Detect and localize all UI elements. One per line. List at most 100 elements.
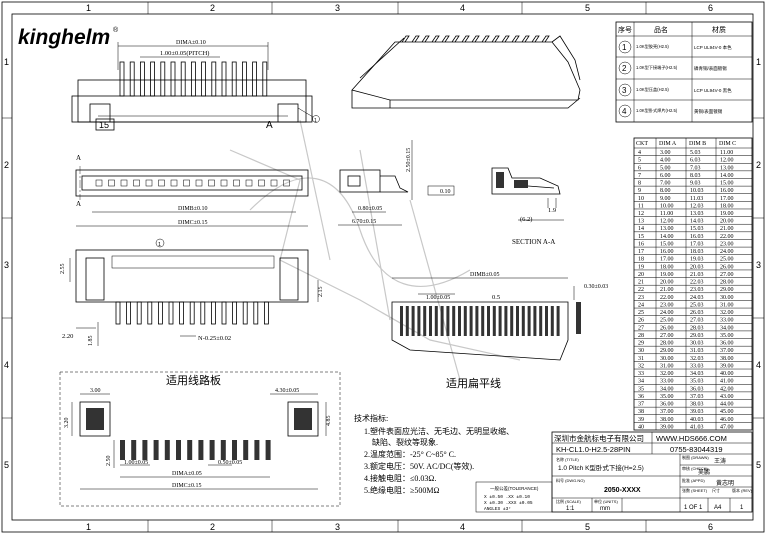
tb-company: 深圳市金航标电子有限公司 [554, 433, 644, 443]
isometric-view [351, 35, 581, 109]
tb-drawn: 王涛 [714, 457, 726, 465]
top-slot [195, 179, 203, 187]
material-material: LCP UL94V-0 本色 [694, 44, 732, 51]
dim-table-cell: 39.00 [660, 424, 674, 430]
pcb-h-pad: 2.50 [106, 456, 112, 467]
dim-table-cell: 16.03 [690, 234, 704, 240]
fpc-finger [446, 306, 450, 336]
dim-table-cell: 42.00 [720, 386, 734, 392]
pcb-dim-left: 3.00 [90, 388, 101, 394]
material-no: 2 [622, 64, 627, 73]
logo-registered: ® [113, 26, 119, 34]
pcb-pad [220, 440, 226, 460]
fpc-finger [516, 306, 519, 336]
dim-table-cell: 40 [638, 424, 644, 430]
material-no: 3 [622, 86, 627, 95]
tolerance-line-2: X ±0.30 .XXX ±0.05 [484, 500, 533, 506]
front-row-mark: A [266, 120, 273, 131]
fpc-finger [469, 306, 473, 336]
zone-row-1: 1 [4, 57, 9, 67]
section-dim-1: 1.9 [548, 207, 556, 214]
top-slot [133, 179, 140, 187]
tech-item-4: 4.接触电阻：≤0.03Ω. [364, 473, 436, 483]
material-row: 4 1.0K型卧式焊片(H2.5) 黄铜/表面镀锡 [618, 104, 723, 118]
dim-table-cell: 25.00 [660, 318, 674, 324]
dim-table-cell: 39.00 [720, 363, 734, 369]
dim-table-cell: 20.00 [660, 280, 674, 286]
material-name: 1.0K型卧式焊片(H2.5) [636, 107, 678, 114]
dim-table-cell: 11 [638, 203, 644, 209]
tb-scale-label: 比例 (SCALE) [556, 498, 582, 504]
dim-table-cell: 12.00 [660, 219, 674, 225]
materials-table: 序号 品名 材质 1 1.0K型胶壳(H2.5) LCP UL94V-0 本色 2 1.… [615, 21, 753, 123]
top-slot [170, 179, 178, 187]
section-label: SECTION A-A [512, 238, 555, 246]
bottom-pin [232, 301, 238, 325]
zone-col-6: 6 [708, 3, 713, 13]
bottom-w1: 2.20 [62, 333, 73, 340]
dim-table-cell: 9.00 [660, 196, 671, 202]
dimension-table: CKT DIM A DIM B DIM C 4 3.00 5.03 11.005 4.0… [633, 137, 753, 431]
tb-dwg: 2050-XXXX [604, 487, 641, 494]
fpc-width: 0.5 [492, 294, 500, 301]
dim-table-row: 32 31.00 33.03 39.00 [634, 361, 752, 369]
dim-table-cell: 5 [638, 158, 641, 164]
dim-table-row: 27 26.00 28.03 34.00 [634, 323, 752, 331]
dim-table-cell: 9.03 [690, 181, 701, 187]
tolerance-line-1: X ±0.50 .XX ±0.10 [484, 494, 530, 500]
dim-table-cell: 29.00 [660, 348, 674, 354]
dim-table-cell: 31.00 [720, 302, 734, 308]
dim-table-cell: 34 [638, 379, 644, 385]
dim-table-cell: 33.00 [660, 379, 674, 385]
iso-contact [471, 35, 480, 43]
material-row: 2 1.0K型下接端子(H2.5) 磷青铜/表面镀锡 [618, 61, 727, 75]
tb-unit: mm [600, 506, 610, 512]
dim-table-cell: 38.03 [690, 402, 704, 408]
dim-table-cell: 37.03 [690, 394, 704, 400]
top-dim-b: DIMB±0.10 [178, 206, 207, 212]
bottom-pin [189, 301, 195, 325]
dim-table-cell: 5.03 [690, 150, 701, 156]
dim-table-cell: 26.00 [720, 264, 734, 270]
dim-table-cell: 28.00 [720, 280, 734, 286]
zone-row-5: 5 [4, 460, 9, 470]
fpc-view: DIMB±0.05 1.00±0.05 0.5 0.30±0.03 适用扁平线 [391, 272, 608, 390]
dim-table-cell: 40.00 [720, 371, 734, 377]
tb-rev-label: 版本 (REV) [732, 487, 753, 493]
dim-table-cell: 45.00 [720, 409, 734, 415]
fpc-finger [423, 306, 427, 336]
dim-table-row: 28 27.00 29.03 35.00 [634, 330, 752, 339]
tb-part-code: KH-CL1.0-H2.5-28PIN [556, 445, 631, 454]
dim-table-cell: 19.00 [720, 211, 734, 217]
material-name: 1.0K型压盖(H2.5) [636, 86, 669, 93]
dim-table-cell: 34.00 [720, 325, 734, 331]
dim-table-cell: 14.00 [720, 173, 734, 179]
dim-table-cell: 35.03 [690, 379, 704, 385]
dim-table-row: 31 30.00 32.03 38.00 [634, 353, 752, 362]
dim-table-cell: 14.00 [660, 234, 674, 240]
dim-table-cell: 20.03 [690, 264, 704, 270]
dim-table-cell: 5.00 [660, 165, 671, 171]
material-material: 黄铜/表面镀锡 [694, 108, 723, 115]
dim-table-cell: 27.00 [660, 333, 674, 339]
fpc-finger [539, 306, 543, 336]
dim-table-cell: 21.03 [690, 272, 704, 278]
tb-unit-label: 单位 (UNITS) [594, 498, 618, 504]
front-pin [150, 61, 156, 97]
pcb-title: 适用线路板 [166, 373, 221, 387]
bottom-pin [136, 301, 142, 325]
tb-sheet: 1 OF 1 [684, 505, 703, 511]
pcb-pad-width: 0.50±0.05 [218, 460, 242, 466]
bottom-pin-width: N-0.25±0.02 [198, 335, 231, 342]
dim-table-cell: 21.00 [720, 226, 734, 232]
dim-table-cell: 22 [638, 287, 644, 293]
dim-table-row: 16 15.00 17.03 23.00 [634, 239, 752, 247]
dim-table-cell: 22.00 [720, 234, 734, 240]
pcb-pad [120, 440, 125, 460]
dim-table-cell: 7.00 [660, 181, 671, 187]
section-dim-2: (6.2) [520, 216, 532, 223]
bottom-pin [179, 301, 185, 325]
dim-table-cell: 34.03 [690, 371, 704, 377]
iso-contact [541, 35, 550, 43]
dim-table-cell: 30.03 [690, 341, 704, 347]
